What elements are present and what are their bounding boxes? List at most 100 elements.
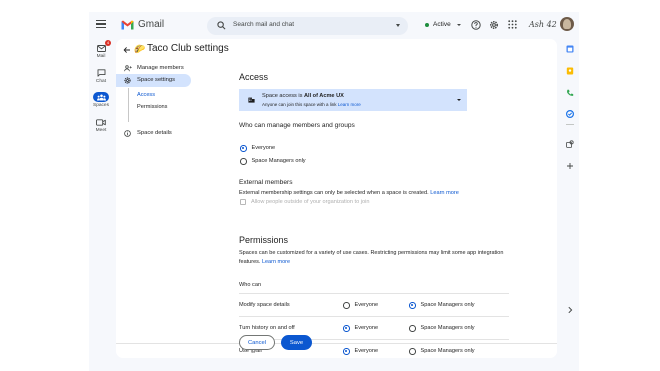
- video-camera-icon: [96, 118, 106, 126]
- radio-label: Space Managers only: [420, 325, 475, 332]
- nav-label: Space details: [137, 130, 172, 136]
- permission-label: Turn history on and off: [239, 325, 295, 331]
- tasks-icon[interactable]: [566, 110, 574, 118]
- radio-button[interactable]: [409, 302, 416, 309]
- status-dot: [425, 22, 429, 27]
- domain-icon: [248, 97, 255, 103]
- radio-button[interactable]: [343, 302, 350, 309]
- permissions-description: Spaces can be customized for a variety o…: [239, 250, 504, 265]
- space-emoji: 🌮: [134, 44, 146, 54]
- rail-meet[interactable]: Meet: [89, 117, 113, 133]
- rail-chat-label: Chat: [95, 79, 107, 84]
- radio-label: Space Managers only: [420, 302, 475, 309]
- chat-icon: [97, 69, 105, 77]
- external-heading: External members: [239, 179, 293, 186]
- radio-button[interactable]: [343, 325, 350, 332]
- gmail-icon: [121, 20, 134, 29]
- rail-meet-label: Meet: [95, 128, 107, 133]
- permission-label: Modify space details: [239, 302, 290, 308]
- permissions-learn-more-link[interactable]: Learn more: [262, 259, 290, 265]
- radio-label: Everyone: [354, 325, 379, 332]
- manage-option-managers[interactable]: Space Managers only: [240, 158, 306, 165]
- radio-button[interactable]: [240, 145, 247, 152]
- info-icon: [124, 130, 131, 137]
- app-name: Gmail: [138, 19, 165, 30]
- permission-option-managers[interactable]: Space Managers only: [409, 348, 475, 355]
- manage-heading: Who can manage members and groups: [239, 122, 355, 129]
- subnav-permissions[interactable]: Permissions: [137, 104, 167, 110]
- organization-logo: Ash 42: [529, 20, 557, 29]
- rail-mail[interactable]: 4 Mail: [89, 40, 113, 59]
- phone-icon[interactable]: [566, 89, 574, 97]
- nav-label: Manage members: [137, 65, 184, 71]
- add-icon[interactable]: [566, 162, 574, 170]
- permission-option-everyone[interactable]: Everyone: [343, 348, 378, 355]
- calendar-icon[interactable]: [566, 45, 574, 53]
- keep-icon[interactable]: [566, 67, 574, 75]
- mail-badge: 4: [105, 40, 111, 46]
- save-button[interactable]: Save: [281, 335, 312, 350]
- permissions-heading: Permissions: [239, 235, 289, 245]
- search-bar[interactable]: Search mail and chat: [207, 17, 408, 35]
- radio-label: Space Managers only: [251, 158, 306, 165]
- who-can-label: Who can: [239, 282, 262, 288]
- access-summary: Space access is All of Acme UX: [262, 93, 344, 99]
- nav-label: Space settings: [137, 77, 176, 83]
- avatar[interactable]: [560, 17, 574, 31]
- radio-label: Everyone: [251, 145, 276, 152]
- radio-label: Everyone: [354, 348, 379, 355]
- gmail-logo[interactable]: Gmail: [121, 19, 164, 30]
- radio-label: Everyone: [354, 302, 379, 309]
- subnav-access[interactable]: Access: [137, 92, 155, 98]
- external-allow-option: Allow people outside of your organizatio…: [240, 199, 369, 205]
- permission-option-managers[interactable]: Space Managers only: [409, 325, 475, 332]
- status-selector[interactable]: Active: [425, 21, 461, 28]
- help-icon[interactable]: [471, 20, 481, 30]
- settings-subnav: Access Permissions: [128, 88, 167, 122]
- access-learn-more-link[interactable]: Learn more: [338, 102, 361, 107]
- nav-space-settings[interactable]: Space settings: [116, 74, 191, 87]
- rail-mail-label: Mail: [96, 54, 106, 59]
- apps-grid-icon[interactable]: [508, 20, 517, 29]
- status-label: Active: [433, 21, 451, 28]
- permission-option-everyone[interactable]: Everyone: [343, 302, 378, 309]
- people-icon: [124, 65, 132, 72]
- spaces-icon: [96, 94, 106, 100]
- checkbox: [240, 199, 246, 205]
- search-options-icon[interactable]: [396, 24, 400, 27]
- chevron-down-icon: [457, 99, 461, 101]
- access-description: Anyone can join this space with a link L…: [262, 102, 361, 107]
- permission-row: Turn history on and off Everyone Space Man…: [239, 316, 509, 339]
- external-description: External membership settings can only be…: [239, 190, 459, 196]
- page-title: Taco Club settings: [147, 43, 229, 54]
- radio-button[interactable]: [409, 325, 416, 332]
- get-add-ons-icon[interactable]: [566, 140, 574, 148]
- chevron-right-icon[interactable]: [566, 306, 574, 314]
- access-dropdown[interactable]: Space access is All of Acme UX Anyone ca…: [239, 89, 467, 111]
- settings-gear-icon: [124, 77, 131, 84]
- radio-button[interactable]: [240, 158, 247, 165]
- access-heading: Access: [239, 72, 269, 82]
- top-bar: Gmail Search mail and chat Active Ash 42: [89, 12, 579, 40]
- permission-option-managers[interactable]: Space Managers only: [409, 302, 475, 309]
- permission-row: Modify space details Everyone Space Manage…: [239, 293, 509, 316]
- rail-spaces[interactable]: Spaces: [89, 92, 113, 108]
- app-window: Gmail Search mail and chat Active Ash 42…: [89, 12, 579, 371]
- radio-button[interactable]: [409, 348, 416, 355]
- search-input[interactable]: Search mail and chat: [233, 21, 294, 28]
- external-learn-more-link[interactable]: Learn more: [430, 190, 459, 196]
- permission-option-everyone[interactable]: Everyone: [343, 325, 378, 332]
- search-icon[interactable]: [217, 21, 226, 30]
- cancel-button[interactable]: Cancel: [239, 335, 275, 350]
- radio-button[interactable]: [343, 348, 350, 355]
- radio-label: Space Managers only: [420, 348, 475, 355]
- chevron-down-icon: [456, 23, 461, 26]
- rail-chat[interactable]: Chat: [89, 68, 113, 84]
- back-arrow-icon[interactable]: [123, 46, 131, 54]
- mail-icon: [96, 44, 106, 52]
- manage-option-everyone[interactable]: Everyone: [240, 145, 275, 152]
- gear-icon[interactable]: [489, 20, 499, 30]
- footer-divider: [116, 343, 557, 344]
- main-menu-icon[interactable]: [96, 20, 106, 28]
- access-audience: All of Acme UX: [303, 93, 344, 99]
